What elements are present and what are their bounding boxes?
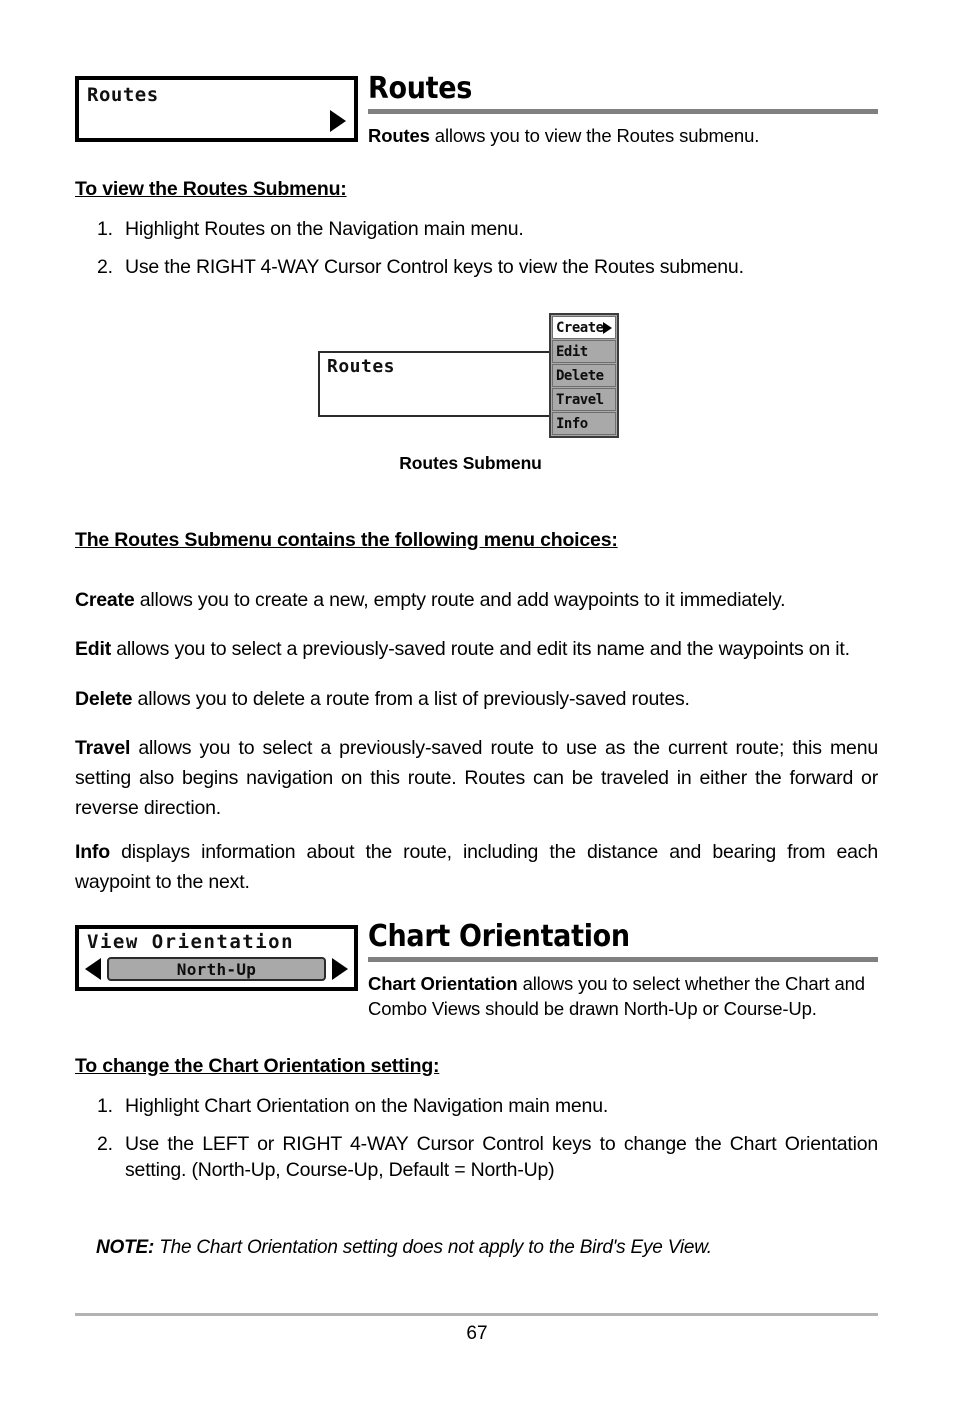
routes-intro-rest: allows you to view the Routes submenu. — [429, 125, 760, 146]
step-number: 1. — [97, 1095, 113, 1117]
document-page: Routes Routes Routes allows you to view … — [0, 0, 954, 1406]
choice-desc-travel: allows you to select a previously-saved … — [75, 736, 878, 819]
list-item: 1. Highlight Chart Orientation on the Na… — [75, 1093, 878, 1119]
menu-choices-heading: The Routes Submenu contains the followin… — [75, 529, 618, 551]
figure-routes-label: Routes — [327, 356, 396, 377]
procedure-heading-routes: To view the Routes Submenu: — [75, 178, 347, 200]
routes-page-title: Routes — [368, 71, 473, 106]
choice-info-paragraph: Info displays information about the rout… — [75, 837, 878, 897]
procedure-heading-chart-orientation: To change the Chart Orientation setting: — [75, 1055, 440, 1077]
triangle-right-icon — [330, 110, 346, 132]
triangle-left-icon[interactable] — [85, 958, 101, 980]
triangle-right-icon[interactable] — [332, 958, 348, 980]
submenu-item-label: Info — [556, 415, 588, 432]
list-item: 2. Use the RIGHT 4-WAY Cursor Control ke… — [75, 254, 878, 280]
submenu-item-create[interactable]: Create — [552, 316, 616, 339]
choice-term-info: Info — [75, 840, 110, 863]
note-paragraph: NOTE: The Chart Orientation setting does… — [96, 1235, 886, 1261]
step-text: Use the RIGHT 4-WAY Cursor Control keys … — [125, 256, 744, 278]
routes-steps-list: 1. Highlight Routes on the Navigation ma… — [75, 216, 878, 280]
chart-orientation-intro-term: Chart Orientation — [368, 973, 518, 994]
step-number: 2. — [97, 256, 113, 278]
submenu-item-label: Travel — [556, 391, 604, 408]
submenu-item-info[interactable]: Info — [552, 412, 616, 435]
choice-term-delete: Delete — [75, 687, 133, 710]
list-item: 2. Use the LEFT or RIGHT 4-WAY Cursor Co… — [75, 1131, 878, 1183]
submenu-item-label: Edit — [556, 343, 588, 360]
triangle-right-icon — [603, 321, 612, 334]
routes-widget-label: Routes — [87, 84, 159, 106]
choice-term-edit: Edit — [75, 637, 112, 660]
step-number: 1. — [97, 218, 113, 240]
page-number: 67 — [466, 1323, 488, 1344]
choice-create-paragraph: Create allows you to create a new, empty… — [75, 585, 878, 615]
choice-desc-delete: allows you to delete a route from a list… — [132, 687, 690, 710]
routes-submenu-figure: Routes Create Edit Delete Travel Info Ro… — [318, 313, 623, 478]
choice-travel-paragraph: Travel allows you to select a previously… — [75, 733, 878, 823]
routes-intro-term: Routes — [368, 125, 430, 146]
routes-submenu-panel[interactable]: Create Edit Delete Travel Info — [549, 313, 619, 438]
figure-routes-menu-box: Routes — [318, 351, 556, 417]
choice-desc-create: allows you to create a new, empty route … — [134, 588, 786, 611]
change-chart-orientation-procedure: To change the Chart Orientation setting:… — [75, 1053, 878, 1195]
heading-rule — [368, 957, 878, 962]
footer-rule — [75, 1313, 878, 1316]
choice-desc-info: displays information about the route, in… — [75, 840, 878, 893]
view-orientation-selector[interactable]: North-Up — [85, 956, 348, 982]
chart-orientation-steps-list: 1. Highlight Chart Orientation on the Na… — [75, 1093, 878, 1183]
heading-rule — [368, 109, 878, 114]
routes-intro-text: Routes allows you to view the Routes sub… — [368, 123, 878, 148]
note-label: NOTE: — [96, 1237, 155, 1258]
chart-orientation-section-header: Chart Orientation Chart Orientation allo… — [368, 920, 878, 1040]
submenu-item-delete[interactable]: Delete — [552, 364, 616, 387]
note-text: The Chart Orientation setting does not a… — [154, 1237, 712, 1258]
choice-term-travel: Travel — [75, 736, 131, 759]
choice-desc-edit: allows you to select a previously-saved … — [111, 637, 850, 660]
figure-caption: Routes Submenu — [399, 453, 542, 473]
chart-orientation-intro-text: Chart Orientation allows you to select w… — [368, 971, 878, 1021]
view-routes-submenu-procedure: To view the Routes Submenu: 1. Highlight… — [75, 176, 878, 292]
chart-orientation-page-title: Chart Orientation — [368, 919, 630, 954]
submenu-item-label: Delete — [556, 367, 604, 384]
view-orientation-value: North-Up — [107, 957, 326, 981]
step-text: Use the LEFT or RIGHT 4-WAY Cursor Contr… — [125, 1133, 878, 1181]
submenu-item-travel[interactable]: Travel — [552, 388, 616, 411]
choice-term-create: Create — [75, 588, 135, 611]
view-orientation-title: View Orientation — [87, 931, 295, 953]
list-item: 1. Highlight Routes on the Navigation ma… — [75, 216, 878, 242]
routes-section-header: Routes Routes allows you to view the Rou… — [368, 72, 878, 167]
step-text: Highlight Routes on the Navigation main … — [125, 218, 524, 240]
step-text: Highlight Chart Orientation on the Navig… — [125, 1095, 609, 1117]
menu-choices-heading-wrap: The Routes Submenu contains the followin… — [75, 527, 878, 553]
submenu-item-edit[interactable]: Edit — [552, 340, 616, 363]
step-number: 2. — [97, 1133, 113, 1155]
view-orientation-widget[interactable]: View Orientation North-Up — [75, 925, 358, 991]
routes-menu-widget[interactable]: Routes — [75, 76, 358, 142]
choice-delete-paragraph: Delete allows you to delete a route from… — [75, 684, 878, 714]
choice-edit-paragraph: Edit allows you to select a previously-s… — [75, 634, 878, 664]
submenu-item-label: Create — [556, 319, 604, 336]
